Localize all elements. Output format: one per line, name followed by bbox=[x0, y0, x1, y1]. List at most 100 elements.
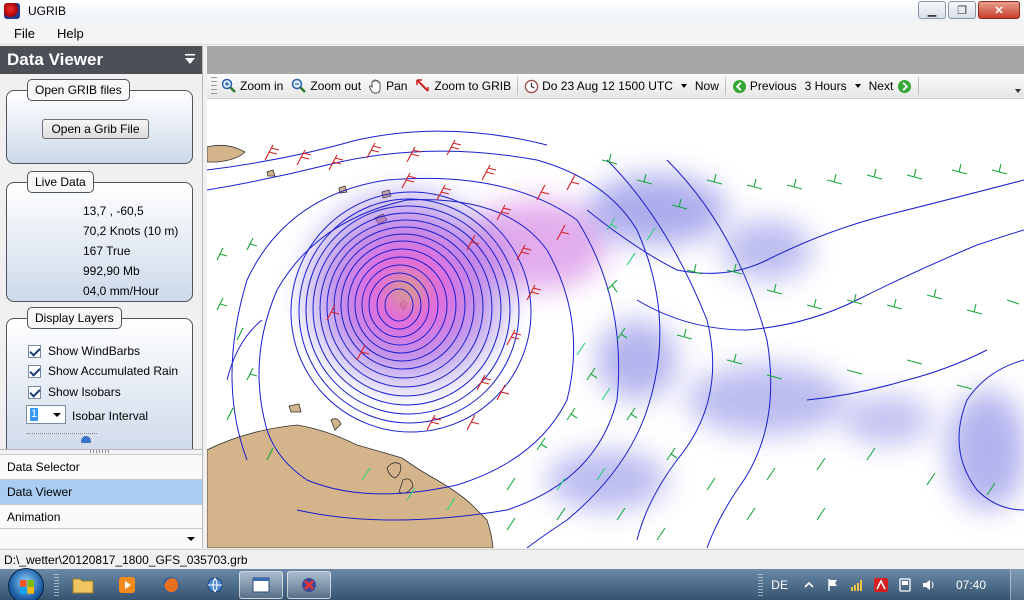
taskbar-grip bbox=[54, 573, 59, 596]
zoom-out-icon bbox=[292, 78, 307, 93]
notepad-taskbar-button[interactable] bbox=[239, 570, 283, 599]
toolbar-overflow-icon[interactable] bbox=[1015, 89, 1021, 93]
pan-button[interactable]: Pan bbox=[365, 75, 411, 97]
arrow-right-icon bbox=[898, 79, 912, 93]
hand-icon bbox=[369, 79, 381, 94]
show-isobars-checkbox[interactable] bbox=[28, 385, 41, 399]
zoom-to-grib-button[interactable]: Zoom to GRIB bbox=[411, 75, 515, 97]
nav-data-viewer[interactable]: Data Viewer bbox=[0, 479, 202, 504]
maximize-button[interactable]: ❐ bbox=[948, 1, 976, 19]
media-player-icon bbox=[119, 576, 135, 593]
live-rain: 04,0 mm/Hour bbox=[83, 284, 160, 298]
start-button[interactable] bbox=[8, 567, 44, 600]
previous-label: Previous bbox=[749, 79, 797, 93]
ugrib-taskbar-button[interactable] bbox=[287, 570, 331, 599]
show-rain-row[interactable]: Show Accumulated Rain bbox=[28, 364, 178, 378]
zoom-out-button[interactable]: Zoom out bbox=[287, 75, 365, 97]
show-rain-checkbox[interactable] bbox=[28, 364, 41, 378]
arrow-left-icon bbox=[732, 79, 746, 93]
now-button[interactable]: Now bbox=[691, 75, 723, 97]
folder-icon bbox=[72, 578, 94, 593]
show-windbarbs-row[interactable]: Show WindBarbs bbox=[28, 344, 140, 358]
window-controls: ▁ ❐ ✕ bbox=[918, 1, 1020, 19]
show-isobars-row[interactable]: Show Isobars bbox=[28, 385, 121, 399]
datetime-dropdown[interactable]: Do 23 Aug 12 1500 UTC bbox=[520, 75, 691, 97]
weather-map[interactable] bbox=[207, 100, 1024, 548]
zoom-in-icon bbox=[221, 78, 236, 93]
clock[interactable]: 07:40 bbox=[956, 578, 986, 592]
nav-animation[interactable]: Animation bbox=[0, 504, 202, 529]
show-windbarbs-checkbox[interactable] bbox=[28, 344, 41, 358]
chevron-down-icon bbox=[680, 84, 687, 88]
media-player-taskbar-button[interactable] bbox=[107, 571, 147, 599]
zoom-in-button[interactable]: Zoom in bbox=[217, 75, 287, 97]
pan-label: Pan bbox=[386, 79, 408, 93]
display-layers-group: Display Layers Show WindBarbs Show Accum… bbox=[6, 307, 193, 458]
menu-file[interactable]: File bbox=[6, 26, 43, 41]
language-indicator[interactable]: DE bbox=[771, 578, 788, 592]
ugrib-app-icon bbox=[4, 3, 20, 19]
display-layers-group-title: Display Layers bbox=[27, 307, 122, 329]
open-grib-file-button[interactable]: Open a Grib File bbox=[42, 119, 149, 139]
live-direction: 167 True bbox=[83, 244, 131, 258]
zoom-in-label: Zoom in bbox=[240, 79, 284, 93]
menu-help[interactable]: Help bbox=[49, 26, 92, 41]
window-title: UGRIB bbox=[28, 4, 67, 18]
map-toolbar: Zoom in Zoom out Pan Zoom to GRIB Do 23 … bbox=[207, 74, 1024, 99]
slider-thumb[interactable] bbox=[81, 436, 91, 443]
panel-menu-icon[interactable] bbox=[185, 54, 195, 64]
menu-bar: File Help bbox=[0, 22, 1024, 45]
device-icon[interactable] bbox=[898, 577, 912, 592]
app-taskbar-button[interactable] bbox=[195, 571, 235, 599]
live-position: 13,7 , -60,5 bbox=[83, 204, 144, 218]
zoom-to-grib-label: Zoom to GRIB bbox=[434, 79, 512, 93]
minimize-button[interactable]: ▁ bbox=[918, 1, 946, 19]
status-file-path: D:\_wetter\20120817_1800_GFS_035703.grb bbox=[4, 552, 248, 567]
nav-overflow[interactable] bbox=[0, 528, 202, 548]
show-rain-label: Show Accumulated Rain bbox=[48, 364, 179, 378]
left-panel: Data Viewer Open GRIB files Open a Grib … bbox=[0, 46, 203, 548]
close-button[interactable]: ✕ bbox=[978, 1, 1020, 19]
step-label: 3 Hours bbox=[804, 79, 847, 93]
title-bar: UGRIB ▁ ❐ ✕ bbox=[0, 0, 1024, 22]
live-data-group: Live Data 13,7 , -60,5 70,2 Knots (10 m)… bbox=[6, 171, 193, 302]
antivirus-icon[interactable] bbox=[873, 577, 888, 592]
panel-header: Data Viewer bbox=[0, 46, 202, 74]
scale-slider[interactable] bbox=[27, 433, 97, 443]
chevron-down-icon bbox=[53, 413, 61, 417]
firefox-icon bbox=[163, 576, 179, 593]
show-desktop-button[interactable] bbox=[1010, 569, 1024, 600]
weather-map-canvas[interactable] bbox=[207, 100, 1024, 548]
nav-data-selector[interactable]: Data Selector bbox=[0, 454, 202, 479]
toolbar-separator bbox=[918, 77, 920, 95]
datetime-label: Do 23 Aug 12 1500 UTC bbox=[542, 79, 673, 93]
step-dropdown[interactable]: 3 Hours bbox=[801, 75, 865, 97]
next-label: Next bbox=[868, 79, 894, 93]
status-bar: D:\_wetter\20120817_1800_GFS_035703.grb bbox=[0, 549, 1024, 569]
zoom-out-label: Zoom out bbox=[310, 79, 362, 93]
now-label: Now bbox=[694, 79, 719, 93]
toolbar-separator bbox=[517, 77, 519, 95]
tray-expand-icon[interactable] bbox=[802, 578, 816, 592]
open-grib-group-title: Open GRIB files bbox=[27, 79, 130, 101]
action-center-flag-icon[interactable] bbox=[826, 578, 840, 592]
firefox-taskbar-button[interactable] bbox=[151, 571, 191, 599]
chevron-down-icon bbox=[187, 537, 195, 541]
previous-button[interactable]: Previous bbox=[728, 75, 801, 97]
isobar-interval-value: 1 bbox=[30, 408, 39, 421]
explorer-taskbar-button[interactable] bbox=[63, 571, 103, 599]
next-button[interactable]: Next bbox=[865, 75, 917, 97]
open-grib-group: Open GRIB files Open a Grib File bbox=[6, 79, 193, 164]
clock-icon bbox=[524, 79, 539, 93]
network-signal-icon[interactable] bbox=[850, 578, 864, 592]
show-windbarbs-label: Show WindBarbs bbox=[48, 344, 141, 358]
chevron-down-icon bbox=[854, 84, 861, 88]
taskbar: DE 07:40 bbox=[0, 567, 1024, 600]
map-viewer: Zoom in Zoom out Pan Zoom to GRIB Do 23 … bbox=[207, 46, 1024, 548]
show-isobars-label: Show Isobars bbox=[48, 385, 121, 399]
volume-icon[interactable] bbox=[922, 578, 936, 592]
live-pressure: 992,90 Mb bbox=[83, 264, 140, 278]
panel-title: Data Viewer bbox=[7, 50, 104, 69]
window-app-icon bbox=[252, 577, 270, 592]
isobar-interval-select[interactable]: 1 bbox=[26, 405, 66, 424]
